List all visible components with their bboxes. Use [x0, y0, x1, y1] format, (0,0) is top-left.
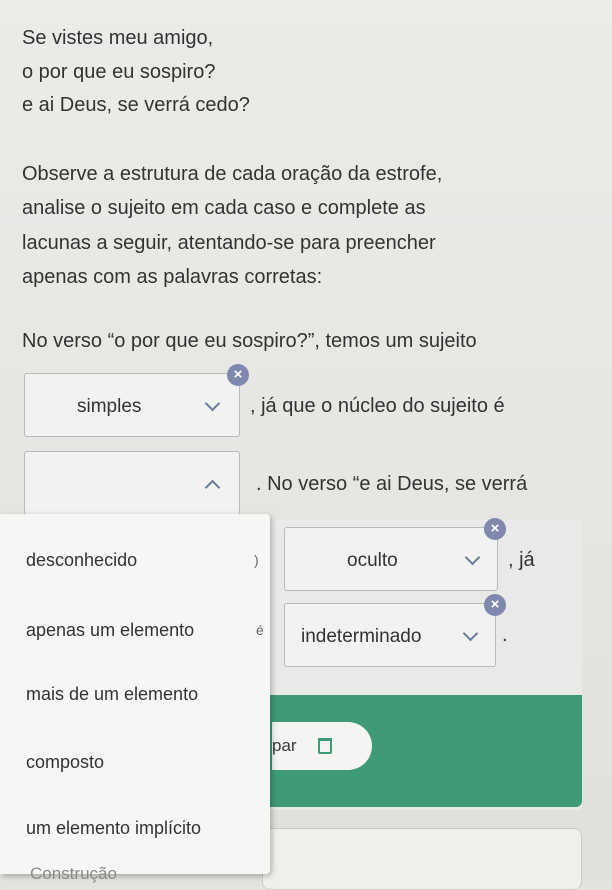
chevron-down-icon — [204, 395, 221, 412]
blank-3-value: oculto — [347, 550, 398, 571]
question-after-blank-1: , já que o núcleo do sujeito é — [250, 395, 505, 417]
question-intro: No verso “o por que eu sospiro?”, temos … — [22, 330, 477, 352]
blank-1-value: simples — [77, 396, 142, 417]
instruction-line-3: lacunas a seguir, atentando-se para pree… — [22, 232, 436, 254]
instruction-line-2: analise o sujeito em cada caso e complet… — [22, 197, 426, 219]
blank-3-close-icon[interactable]: × — [484, 518, 506, 540]
blank-1-close-icon[interactable]: × — [227, 364, 249, 386]
question-after-blank-2: . No verso “e ai Deus, se verrá — [256, 473, 528, 495]
poem-line-1: Se vistes meu amigo, — [22, 27, 214, 49]
chevron-down-icon — [464, 549, 481, 566]
dropdown-option-mais-de-um-elemento[interactable]: mais de um elemento — [26, 684, 198, 705]
blank-4-value: indeterminado — [301, 626, 422, 647]
poem-line-3: e ai Deus, se verrá cedo? — [22, 94, 250, 116]
hidden-fragment-1: ) — [254, 552, 259, 568]
page: Se vistes meu amigo, o por que eu sospir… — [0, 0, 612, 890]
poem-line-2: o por que eu sospiro? — [22, 61, 216, 83]
instruction-line-1: Observe a estrutura de cada oração da es… — [22, 163, 443, 185]
blank-4-close-icon[interactable]: × — [484, 594, 506, 616]
question-after-blank-3: , já — [508, 549, 535, 571]
question-after-blank-4: . — [502, 624, 508, 646]
footer-label: Construção — [30, 864, 117, 883]
chevron-up-icon — [204, 479, 221, 496]
dropdown-option-apenas-um-elemento[interactable]: apenas um elemento — [26, 620, 194, 641]
clear-button-label: par — [272, 736, 297, 755]
blank-2-select[interactable] — [24, 451, 240, 515]
hidden-fragment-2: é — [256, 622, 264, 638]
dropdown-options: desconhecido apenas um elemento mais de … — [0, 514, 270, 874]
blank-4-select[interactable]: indeterminado — [284, 603, 496, 667]
blank-1-select[interactable]: simples — [24, 373, 240, 437]
chevron-down-icon — [462, 625, 479, 642]
dropdown-option-composto[interactable]: composto — [26, 752, 104, 773]
trash-icon — [318, 738, 332, 754]
instruction-line-4: apenas com as palavras corretas: — [22, 266, 323, 288]
dropdown-option-desconhecido[interactable]: desconhecido — [26, 550, 137, 571]
blank-3-select[interactable]: oculto — [284, 527, 498, 591]
next-card — [262, 828, 582, 890]
dropdown-option-um-elemento-implicito[interactable]: um elemento implícito — [26, 818, 201, 839]
